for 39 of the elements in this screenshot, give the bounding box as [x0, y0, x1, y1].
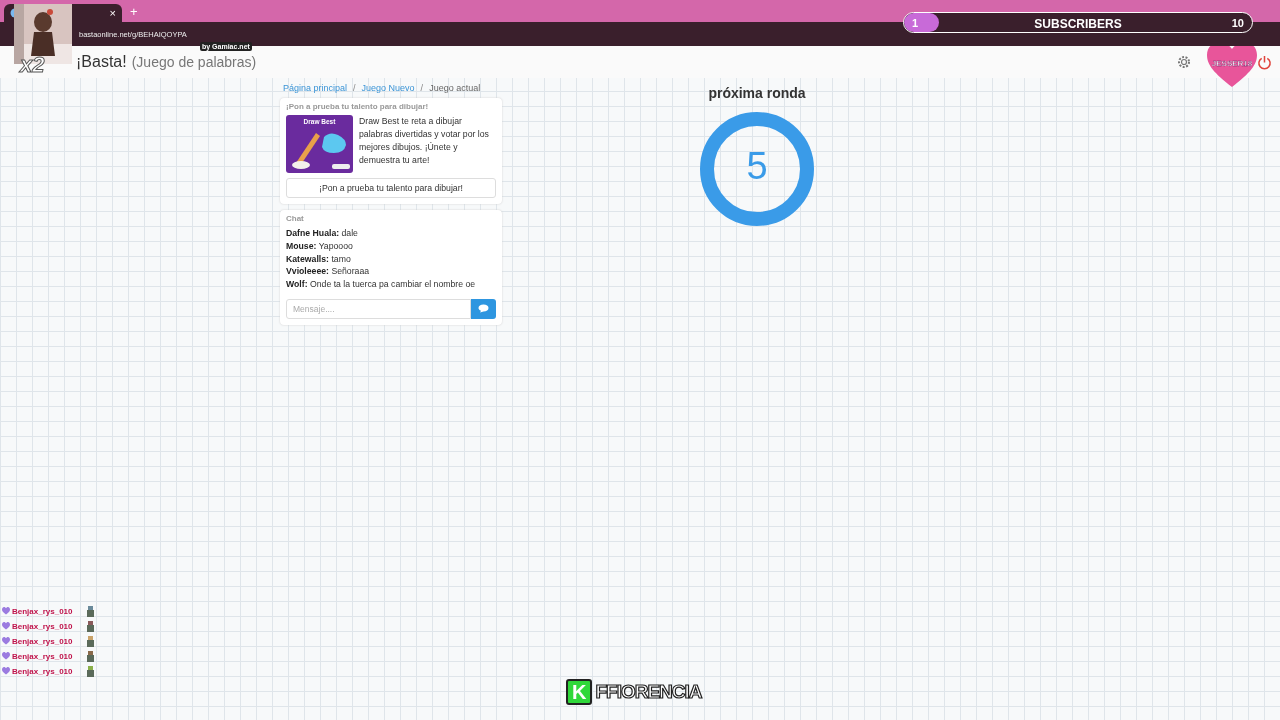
close-tab-button[interactable]: × [109, 7, 116, 19]
chat-message: Mouse: Yapoooo [286, 239, 354, 253]
breadcrumb-separator: / [353, 83, 356, 93]
multiplier-text: x2 [20, 52, 45, 78]
avatar-icon [86, 650, 95, 662]
avatar-icon [86, 635, 95, 647]
power-icon[interactable] [1257, 54, 1272, 70]
avatar-icon [86, 665, 95, 677]
donor-name: Benjax_rys_010 [12, 651, 74, 661]
message-field[interactable]: Mensaje.... [286, 299, 471, 319]
breadcrumb-separator: / [420, 83, 424, 93]
avatar-icon [86, 605, 95, 617]
chat-message: Wolf: Onde ta la tuerca pa cambiar el nombre oe [286, 278, 477, 291]
donor-name: Benjax_rys_010 [12, 666, 74, 676]
countdown-number: 5 [745, 145, 769, 188]
logo-name: FFIORENCIA [595, 681, 702, 703]
goal-target: 10 [1231, 17, 1244, 29]
chat-heading: Chat [286, 214, 305, 223]
goal-current: 1 [912, 17, 919, 29]
breadcrumb-current: Juego actual [429, 83, 481, 93]
send-button[interactable] [471, 299, 496, 319]
promo-text: Draw Best te reta a dibujar palabras divertidas y votar por los mejores dibujos. ¡Únete y demuestra tu arte! [359, 115, 490, 167]
donor-name: Benjax_rys_010 [12, 606, 74, 616]
donor-name: Benjax_rys_010 [12, 621, 74, 631]
countdown-label: próxima ronda [708, 85, 806, 101]
chat-message: Vvioleeee: Señoraaa [286, 265, 371, 279]
top-user-name: JESSER18 [1210, 59, 1254, 68]
page-title: ¡Basta! [76, 53, 127, 71]
donor-name: Benjax_rys_010 [12, 636, 74, 646]
chat-icon [478, 304, 489, 314]
chat-message: Katewalls: tamo [286, 252, 352, 266]
promo-button[interactable]: ¡Pon a prueba tu talento para dibujar! [286, 178, 496, 198]
chat-message: Dafne Huala: dale [286, 227, 359, 240]
settings-icon[interactable] [1176, 54, 1192, 70]
goal-label: SUBSCRIBERS [1033, 17, 1123, 31]
avatar-icon [86, 620, 95, 632]
logo-letter: K [566, 679, 593, 705]
promo-heading: ¡Pon a prueba tu talento para dibujar! [286, 102, 430, 111]
page-subtitle: (Juego de palabras) [131, 54, 257, 70]
